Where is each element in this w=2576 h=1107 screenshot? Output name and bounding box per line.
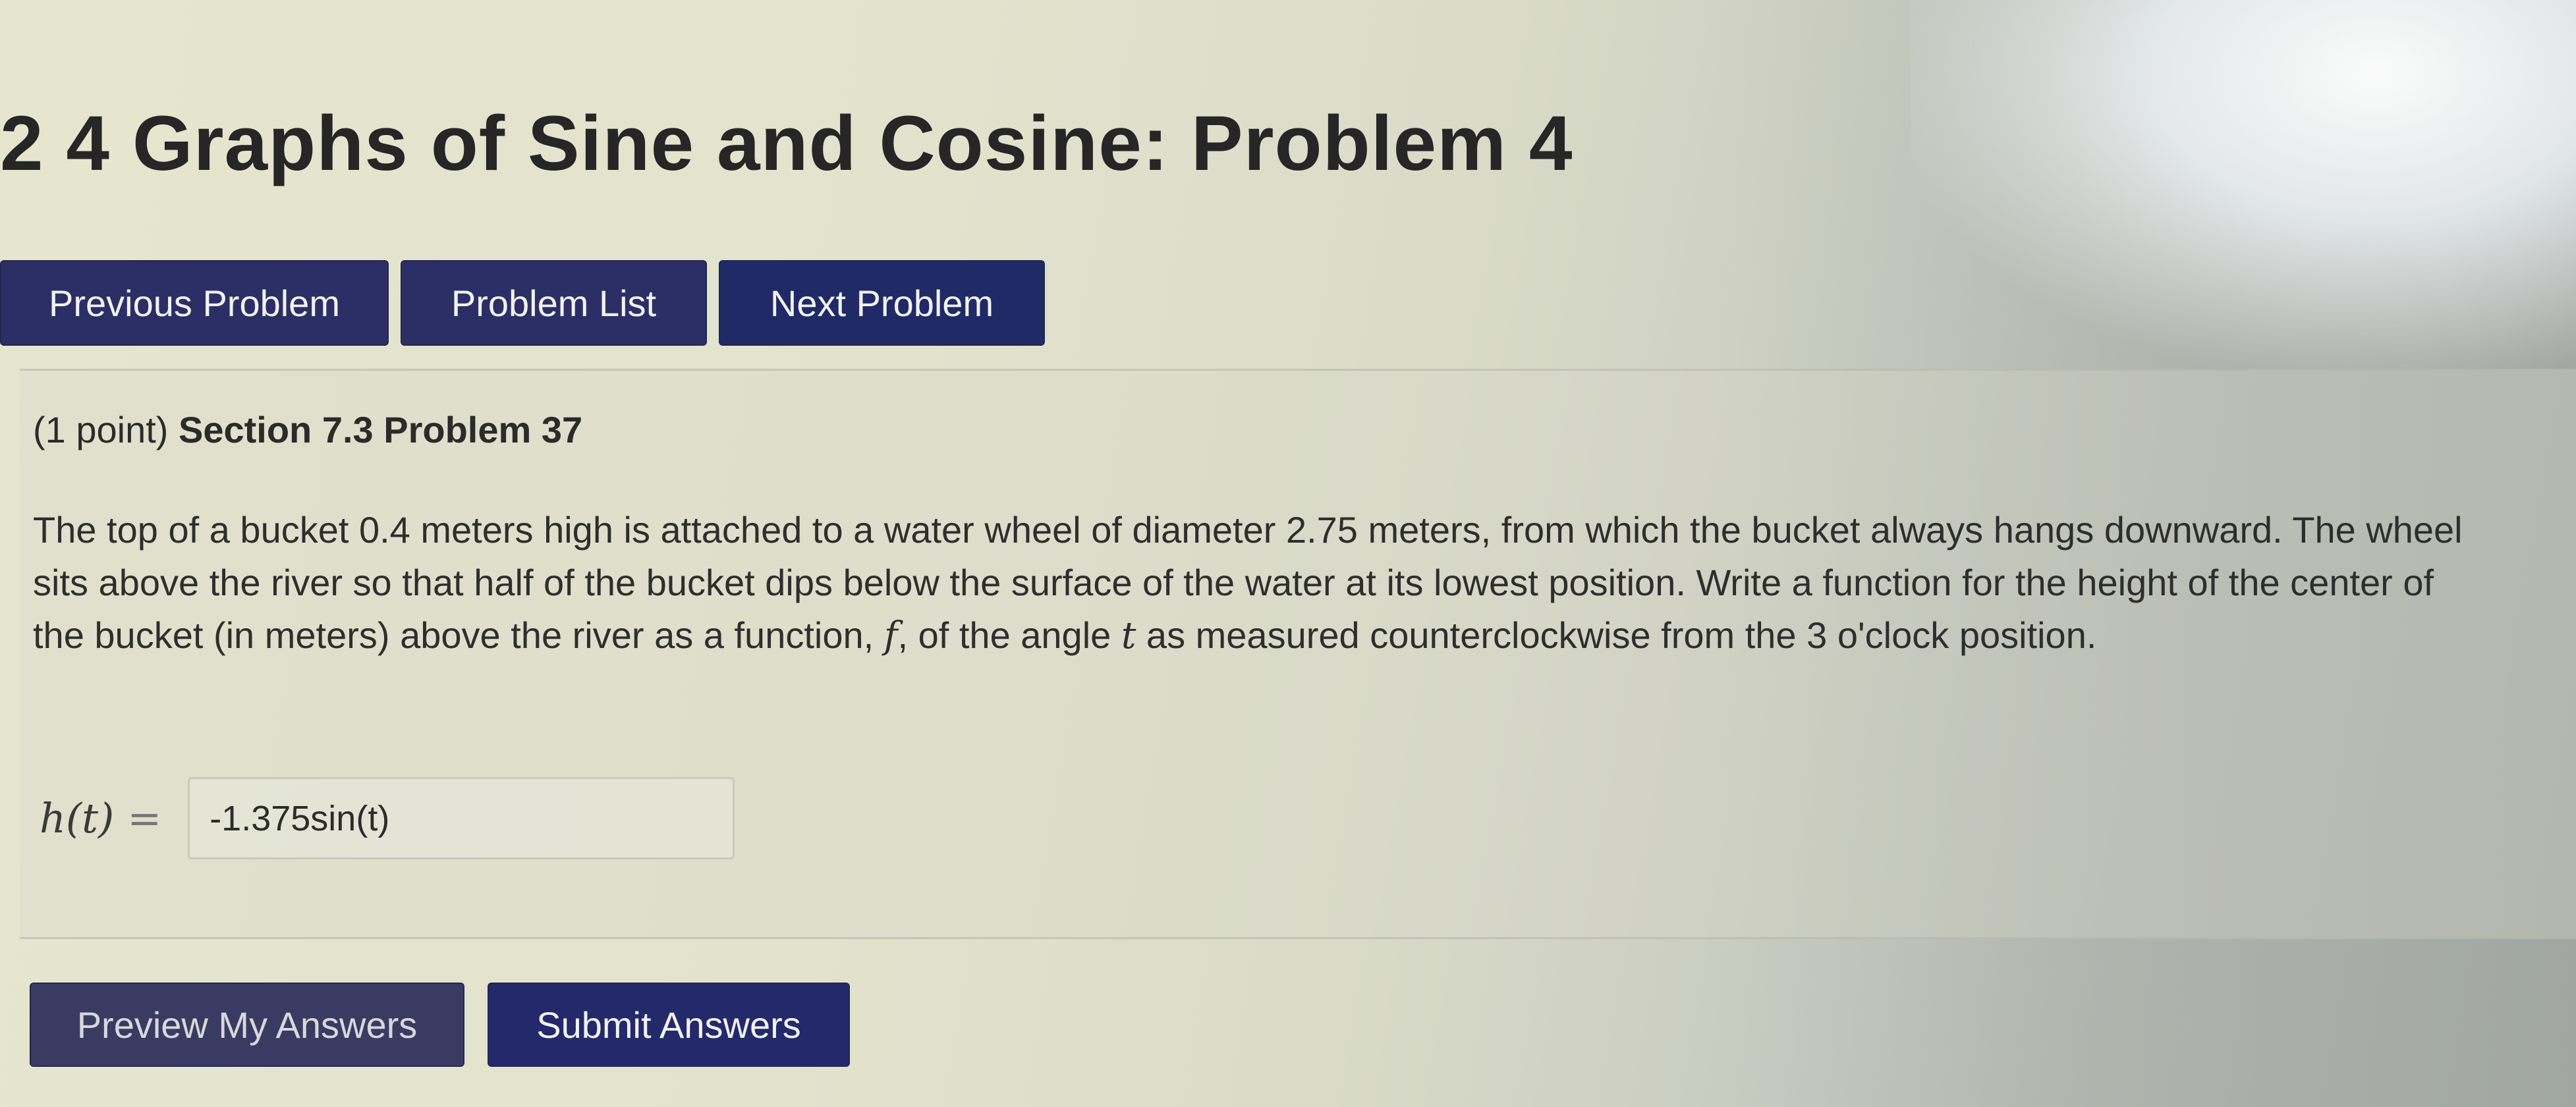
screen-glare: [1911, 0, 2576, 369]
answer-label: h(t) =: [40, 794, 161, 842]
angle-variable-t: t: [1121, 614, 1136, 657]
answer-input[interactable]: [188, 777, 735, 859]
page-title: 2 4 Graphs of Sine and Cosine: Problem 4: [0, 100, 1573, 187]
answer-function-label: h(t): [40, 794, 115, 842]
submit-answers-button[interactable]: Submit Answers: [488, 983, 850, 1067]
function-variable-f: f: [883, 614, 898, 657]
problem-text-part3: as measured counterclockwise from the 3 …: [1136, 614, 2097, 656]
problem-header: (1 point) Section 7.3 Problem 37: [33, 408, 582, 451]
equals-sign: =: [127, 794, 162, 842]
problem-text-part2: , of the angle: [897, 614, 1121, 656]
answer-actions: Preview My Answers Submit Answers: [30, 983, 850, 1067]
problem-statement: The top of a bucket 0.4 meters high is a…: [33, 504, 2471, 662]
preview-answers-button[interactable]: Preview My Answers: [30, 983, 464, 1067]
answer-row: h(t) =: [40, 777, 735, 859]
previous-problem-button[interactable]: Previous Problem: [0, 260, 389, 346]
problem-list-button[interactable]: Problem List: [401, 260, 707, 346]
problem-navigation: Previous Problem Problem List Next Probl…: [0, 260, 1045, 346]
section-label: Section 7.3 Problem 37: [179, 409, 583, 450]
next-problem-button[interactable]: Next Problem: [719, 260, 1045, 346]
points-label: (1 point): [33, 409, 169, 450]
